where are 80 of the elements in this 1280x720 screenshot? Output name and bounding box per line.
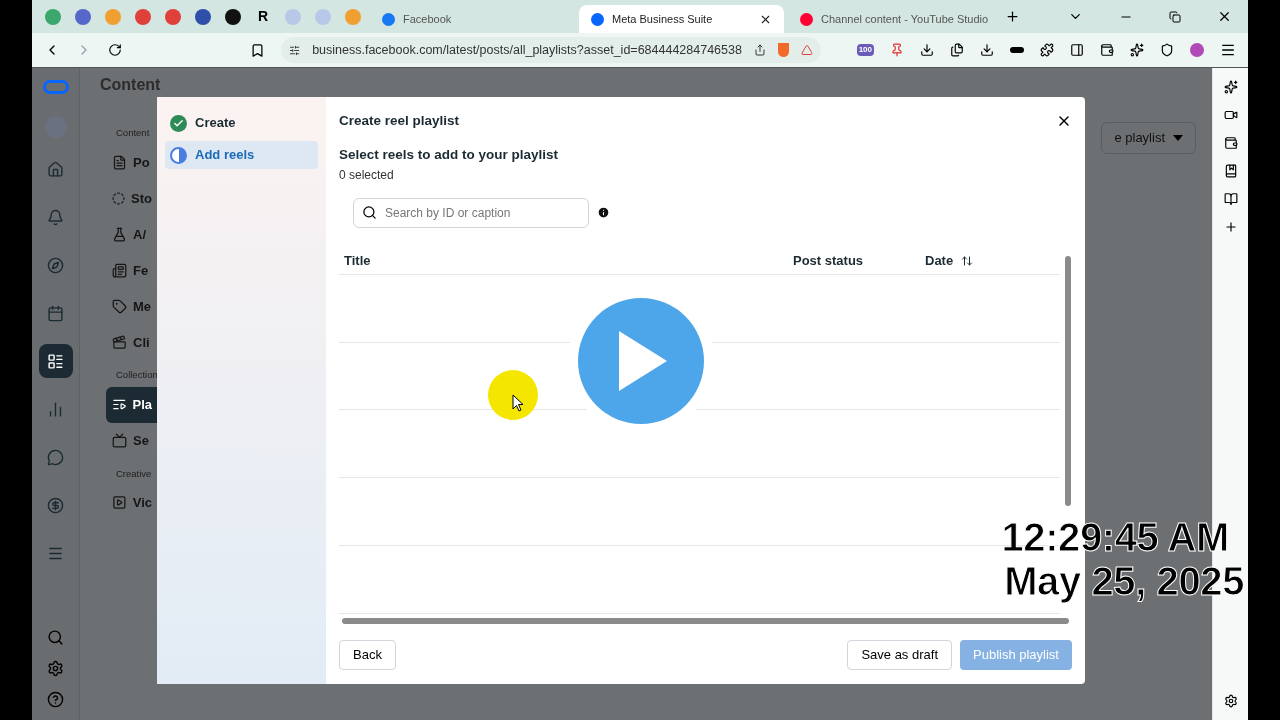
video-icon[interactable]	[1223, 108, 1238, 122]
newspaper-icon	[112, 262, 127, 278]
sidebar-icon[interactable]	[1070, 43, 1084, 57]
scrollbar-thumb[interactable]	[342, 618, 1069, 624]
site-settings-icon[interactable]	[289, 43, 301, 57]
nav-heading: Collection	[116, 368, 158, 383]
browser-tab[interactable]: Meta Business Suite	[579, 5, 784, 33]
browser-tab[interactable]: Channel content - YouTube Studio	[788, 5, 993, 33]
browser-tab[interactable]: Facebook	[370, 5, 575, 33]
book-icon[interactable]	[1223, 192, 1238, 206]
search-icon	[362, 205, 377, 220]
shield-icon[interactable]	[1160, 43, 1174, 57]
breadcrumb: Content	[100, 76, 161, 94]
caret-icon	[1173, 135, 1183, 141]
info-icon[interactable]	[597, 206, 610, 219]
settings-icon[interactable]	[1223, 694, 1238, 708]
play-icon	[112, 495, 127, 511]
help-icon[interactable]	[47, 691, 64, 708]
nav-item[interactable]: Cli	[106, 324, 158, 361]
sort-icon	[961, 254, 974, 267]
pinned-tab-icon[interactable]	[225, 8, 241, 25]
restore-icon[interactable]	[1169, 10, 1181, 23]
tag-icon	[112, 298, 127, 314]
nav-heading: Creative	[116, 466, 152, 481]
sparkle-icon[interactable]	[1223, 80, 1238, 94]
check-icon	[170, 114, 187, 132]
wallet-icon[interactable]	[1100, 43, 1114, 57]
selected-count: 0 selected	[339, 166, 395, 184]
step-item[interactable]: Create	[165, 109, 318, 137]
profile-avatar[interactable]	[1190, 43, 1204, 57]
column-header[interactable]: Date	[925, 250, 1055, 271]
column-header: Post status	[793, 251, 865, 270]
menu-icon[interactable]	[1220, 42, 1236, 58]
share-icon[interactable]	[753, 43, 766, 57]
document-icon	[112, 154, 127, 170]
back-button[interactable]: Back	[339, 640, 396, 670]
flask-icon	[112, 226, 127, 242]
nav-item[interactable]: Vic	[106, 484, 158, 521]
search-field[interactable]: Search by ID or caption	[353, 197, 589, 228]
nav-item[interactable]: Po	[106, 144, 158, 181]
scrollbar-thumb[interactable]	[1065, 255, 1071, 506]
section-heading: Select reels to add to your playlist	[339, 146, 560, 165]
wallet-icon[interactable]	[1223, 136, 1238, 150]
tv-icon	[112, 433, 127, 448]
nav-heading: Content	[116, 126, 150, 140]
bookmark-icon[interactable]	[250, 42, 265, 58]
search-icon[interactable]	[47, 629, 64, 646]
pinned-tab[interactable]: R	[250, 5, 276, 28]
column-header: Title	[344, 251, 372, 270]
download-icon[interactable]	[980, 43, 994, 57]
sparkle-icon[interactable]	[1130, 43, 1144, 57]
create-playlist-button[interactable]: e playlist	[1101, 122, 1196, 154]
stack-icon[interactable]	[38, 344, 73, 378]
search-input[interactable]: Search by ID or caption	[385, 203, 580, 222]
pin-icon[interactable]	[890, 43, 904, 57]
modal-title: Create reel playlist	[339, 112, 460, 130]
files-icon[interactable]	[950, 43, 964, 57]
nav-item[interactable]: Sto	[106, 180, 158, 217]
clapperboard-icon	[112, 334, 127, 350]
close-icon[interactable]	[1217, 9, 1232, 24]
reload-icon[interactable]	[108, 43, 122, 57]
mask-icon[interactable]	[1010, 47, 1024, 53]
nav-item[interactable]: Me	[106, 288, 158, 325]
address-field[interactable]: business.facebook.com/latest/posts/all_playlists?asset_id=684444284746538	[281, 37, 821, 63]
save-draft-button[interactable]: Save as draft	[847, 640, 952, 670]
nav-item[interactable]: Pla	[106, 386, 158, 423]
dashed-circle-icon	[112, 190, 126, 206]
nav-item[interactable]: Fe	[106, 252, 158, 289]
nav-item[interactable]: A/	[106, 216, 158, 253]
nav-item[interactable]: Se	[106, 422, 158, 459]
new-tab-icon[interactable]	[1005, 9, 1020, 24]
list-icon	[112, 397, 127, 412]
step-item[interactable]: Add reels	[165, 141, 318, 169]
add-icon[interactable]	[1223, 220, 1238, 234]
extension-badge[interactable]: 100	[856, 44, 874, 56]
cursor-icon	[512, 394, 524, 412]
puzzle-icon[interactable]	[1040, 43, 1054, 57]
triangle-icon[interactable]	[801, 43, 813, 57]
download-icon[interactable]	[920, 43, 934, 57]
bookmark-icon[interactable]	[1223, 164, 1238, 178]
